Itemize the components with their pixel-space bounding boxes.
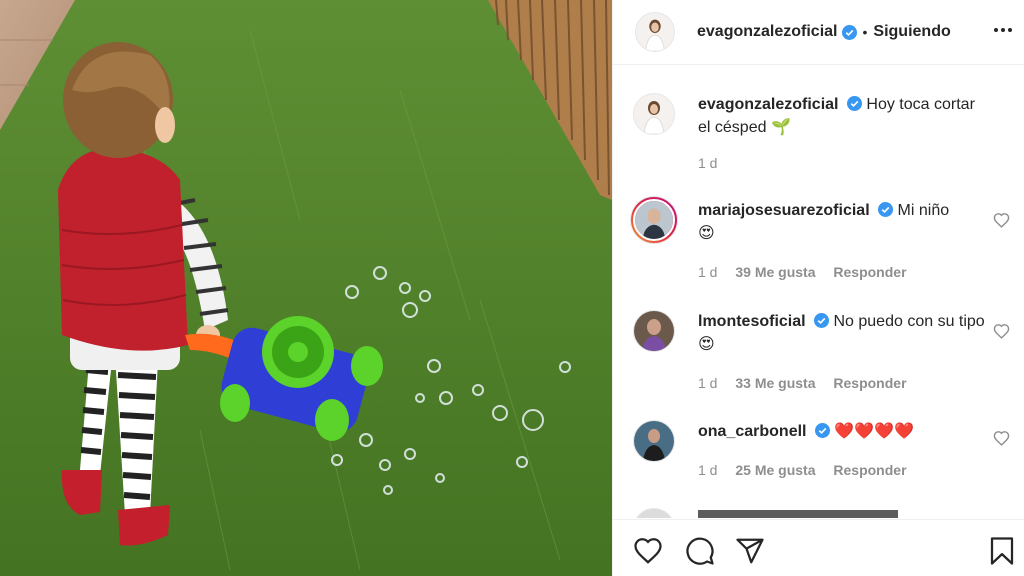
avatar[interactable] [633, 310, 675, 352]
comment-like-heart-icon[interactable] [993, 430, 1010, 447]
comment-like-heart-icon[interactable] [993, 323, 1010, 340]
comment-icon[interactable] [685, 536, 715, 566]
post-header: evagonzalezoficial • Siguiendo [613, 0, 1024, 65]
comment-likes[interactable]: 39 Me gusta [735, 264, 815, 280]
header-separator: • [862, 24, 868, 40]
reply-button[interactable]: Responder [833, 375, 906, 391]
heart-eyes-emoji: 😍 [698, 225, 715, 242]
bookmark-icon[interactable] [987, 536, 1017, 566]
caption-meta: 1 d [698, 155, 731, 171]
post-image [0, 0, 612, 576]
verified-badge-icon [814, 423, 830, 438]
reply-button[interactable]: Responder [833, 264, 906, 280]
action-bar [613, 519, 1024, 576]
reply-button[interactable]: Responder [833, 462, 906, 478]
comment-likes[interactable]: 33 Me gusta [735, 375, 815, 391]
comment-username[interactable]: mariajosesuarezoficial [698, 202, 870, 219]
comment-text: Mi niño [897, 202, 950, 219]
hearts-emoji: ❤️❤️❤️❤️ [834, 423, 915, 440]
comment-meta: 1 d 39 Me gusta Responder [698, 264, 921, 280]
comment-text-cutoff [698, 510, 898, 518]
caption-time[interactable]: 1 d [698, 155, 717, 171]
comment-body: ona_carbonell ❤️❤️❤️❤️ [698, 420, 988, 443]
verified-badge-icon [814, 313, 830, 328]
comment-username[interactable]: ona_carbonell [698, 423, 806, 440]
comment-body: mariajosesuarezoficial Mi niño 😍 [698, 199, 988, 245]
comment-username[interactable]: lmontesoficial [698, 313, 806, 330]
comment-text: No puedo con su tipo [833, 313, 985, 330]
verified-badge-icon [846, 96, 862, 111]
verified-badge-icon [878, 202, 894, 217]
comment-time[interactable]: 1 d [698, 462, 717, 478]
avatar[interactable] [630, 196, 678, 244]
avatar[interactable] [633, 508, 675, 518]
avatar[interactable] [635, 12, 675, 52]
heart-icon[interactable] [633, 536, 663, 566]
avatar[interactable] [633, 420, 675, 462]
post-photo[interactable] [0, 0, 612, 576]
comment-meta: 1 d 33 Me gusta Responder [698, 375, 921, 391]
verified-badge-icon [841, 24, 857, 40]
post-side-panel: evagonzalezoficial • Siguiendo evagonzal… [612, 0, 1024, 576]
caption-body: evagonzalezoficial Hoy toca cortar el cé… [698, 93, 988, 139]
comment-like-heart-icon[interactable] [993, 212, 1010, 229]
comment-body: lmontesoficial No puedo con su tipo 😍 [698, 310, 988, 356]
seedling-emoji: 🌱 [770, 119, 791, 136]
share-icon[interactable] [735, 536, 765, 566]
comment-likes[interactable]: 25 Me gusta [735, 462, 815, 478]
following-button[interactable]: Siguiendo [873, 23, 950, 41]
comment-time[interactable]: 1 d [698, 375, 717, 391]
comment-meta: 1 d 25 Me gusta Responder [698, 462, 921, 478]
comments-list[interactable]: evagonzalezoficial Hoy toca cortar el cé… [613, 66, 1024, 518]
post-author-username[interactable]: evagonzalezoficial [697, 23, 838, 41]
avatar[interactable] [633, 93, 675, 135]
comment-time[interactable]: 1 d [698, 264, 717, 280]
caption-username[interactable]: evagonzalezoficial [698, 96, 839, 113]
heart-eyes-emoji: 😍 [698, 336, 715, 353]
more-horizontal-icon[interactable] [991, 18, 1015, 42]
